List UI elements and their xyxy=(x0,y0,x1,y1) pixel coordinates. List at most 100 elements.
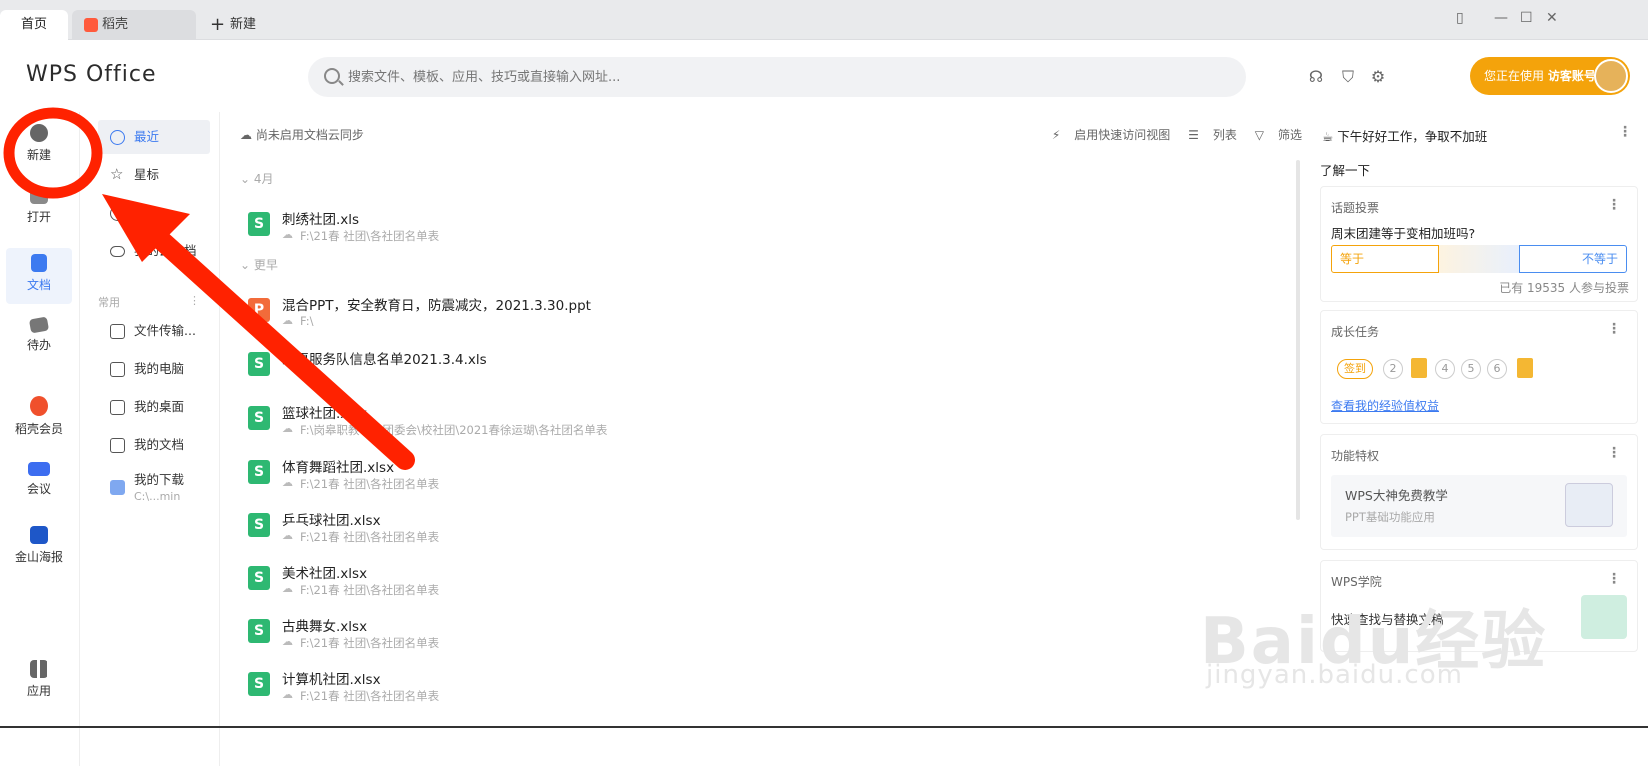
nav-label: 新建 xyxy=(26,148,51,162)
tutorial-illustration xyxy=(1565,483,1613,527)
maximize-icon[interactable]: ☐ xyxy=(1520,10,1533,26)
nav-label: 打开 xyxy=(26,210,51,224)
nav-apps[interactable]: 应用 xyxy=(6,654,72,710)
quick-access-button[interactable]: ⚡ 启用快速访问视图 xyxy=(1052,128,1170,142)
more-icon[interactable]: ⋮ xyxy=(1607,571,1621,587)
headset-icon[interactable]: ☊ xyxy=(1306,67,1326,87)
spreadsheet-icon: S xyxy=(248,513,270,537)
spreadsheet-icon: S xyxy=(248,406,270,430)
video-thumb-icon[interactable] xyxy=(1581,595,1627,639)
subnav-cloud-docs[interactable]: 我的云文档 xyxy=(98,234,210,268)
file-row[interactable]: S 古典舞女.xlsx ☁ F:\21春 社团\各社团名单表 xyxy=(248,611,1288,661)
understand-label: 了解一下 xyxy=(1320,163,1371,178)
subnav-my-downloads[interactable]: 我的下载 C:\...min xyxy=(98,468,210,508)
nav-daoke-member[interactable]: 稻壳会员 xyxy=(6,390,72,446)
star-icon: ☆ xyxy=(110,165,124,183)
tab-new-label: 新建 xyxy=(230,17,257,32)
file-name: 美术社团.xlsx xyxy=(282,566,368,582)
skin-icon[interactable]: ⛉ xyxy=(1338,67,1358,87)
close-icon[interactable]: ✕ xyxy=(1546,10,1558,26)
nav-label: 应用 xyxy=(26,684,51,698)
header: WPS Office ☊ ⛉ ⚙ 您正在使用 访客账号 xyxy=(0,40,1648,112)
plus-icon: + xyxy=(210,14,226,35)
file-row[interactable]: S 美术社团.xlsx ☁ F:\21春 社团\各社团名单表 xyxy=(248,558,1288,608)
subnav-my-computer[interactable]: 我的电脑 xyxy=(98,352,210,386)
share-icon xyxy=(110,206,125,221)
file-row[interactable]: S 计算机社团.xlsx ☁ F:\21春 社团\各社团名单表 xyxy=(248,664,1288,714)
file-row[interactable]: S 乒乓球社团.xlsx ☁ F:\21春 社团\各社团名单表 xyxy=(248,505,1288,555)
transfer-icon xyxy=(110,324,125,339)
account-button[interactable]: 您正在使用 访客账号 xyxy=(1470,57,1630,95)
cloud-sync-status[interactable]: ☁ 尚未启用文档云同步 xyxy=(240,126,364,143)
more-icon[interactable]: ⋮ xyxy=(189,294,200,307)
tab-daoke[interactable]: 稻壳 xyxy=(72,10,196,40)
experience-link[interactable]: 查看我的经验值权益 xyxy=(1331,397,1439,414)
apps-icon xyxy=(30,660,48,678)
spreadsheet-icon: S xyxy=(248,352,270,376)
nav-todo[interactable]: 待办 xyxy=(6,312,72,368)
file-row[interactable]: P 混合PPT，安全教育日，防震减灾，2021.3.30.ppt ☁ F:\ xyxy=(248,290,1288,340)
subnav-recent[interactable]: 最近 xyxy=(98,120,210,154)
vote-count: 已有 19535 人参与投票 xyxy=(1499,281,1629,295)
scrollbar[interactable] xyxy=(1296,160,1300,520)
nav-open[interactable]: 打开 xyxy=(6,182,72,238)
file-path: F:\21春 社团\各社团名单表 xyxy=(300,636,440,650)
more-icon[interactable]: ⋮ xyxy=(1607,197,1621,213)
subnav-my-desktop[interactable]: 我的桌面 xyxy=(98,390,210,424)
file-name: 混合PPT，安全教育日，防震减灾，2021.3.30.ppt xyxy=(282,298,591,314)
subnav-label: 我的电脑 xyxy=(134,361,185,376)
subnav-label: 星标 xyxy=(134,167,160,182)
feature-subtitle: PPT基础功能应用 xyxy=(1345,510,1435,524)
subnav-label: 共享 xyxy=(134,205,160,220)
nav-meeting[interactable]: 会议 xyxy=(6,456,72,512)
file-name: 志愿服务队信息名单2021.3.4.xls xyxy=(282,352,487,368)
file-list-area: ☁ 尚未启用文档云同步 ⚡ 启用快速访问视图 ☰ 列表 ▽ 筛选 ⌄ 4月 S 刺绣社… xyxy=(232,112,1312,766)
vote-yes-button[interactable]: 等于 xyxy=(1331,245,1439,273)
signin-button[interactable]: 签到 xyxy=(1337,359,1373,379)
more-icon[interactable]: ⋮ xyxy=(1607,445,1621,461)
file-path: F:\ xyxy=(300,314,314,328)
more-icon[interactable]: ⋮ xyxy=(1607,321,1621,337)
tab-new-button[interactable]: + 新建 xyxy=(208,10,288,40)
nav-label: 稻壳会员 xyxy=(14,422,63,436)
cloud-icon: ☁ xyxy=(282,476,293,489)
step-badge: 6 xyxy=(1487,359,1507,379)
folder-open-icon xyxy=(30,188,48,204)
video-icon xyxy=(28,462,50,476)
poster-icon xyxy=(30,526,48,544)
growth-card: 成长任务 ⋮ 签到 2 4 5 6 查看我的经验值权益 xyxy=(1320,310,1638,424)
tab-home[interactable]: 首页 xyxy=(0,10,68,40)
nav-poster[interactable]: 金山海报 xyxy=(6,520,72,576)
minimize-icon[interactable]: — xyxy=(1494,10,1508,26)
subnav-transfer[interactable]: 文件传输... xyxy=(98,314,210,348)
search-input[interactable] xyxy=(348,57,1228,97)
subnav-shared[interactable]: 共享 xyxy=(98,196,210,230)
step-badge: 5 xyxy=(1461,359,1481,379)
file-name: 篮球社团.xlsx xyxy=(282,406,368,422)
group-earlier[interactable]: ⌄ 更早 xyxy=(240,256,278,273)
filter-button[interactable]: ▽ 筛选 xyxy=(1255,128,1302,142)
search-bar[interactable] xyxy=(308,57,1246,97)
feature-item[interactable]: WPS大神免费教学 PPT基础功能应用 xyxy=(1331,475,1627,537)
more-icon[interactable]: ⋮ xyxy=(1618,124,1632,140)
list-view-button[interactable]: ☰ 列表 xyxy=(1188,128,1237,142)
file-row[interactable]: S 体育舞蹈社团.xlsx ☁ F:\21春 社团\各社团名单表 xyxy=(248,452,1288,502)
subnav-label: 我的桌面 xyxy=(134,399,185,414)
cloud-icon: ☁ xyxy=(282,228,293,241)
subnav-starred[interactable]: ☆ 星标 xyxy=(98,158,210,192)
file-row[interactable]: S 篮球社团.xlsx ☁ F:\岗皋职教中心团委会\校社团\2021春徐运瑚\… xyxy=(248,398,1288,448)
file-row[interactable]: S 志愿服务队信息名单2021.3.4.xls xyxy=(248,344,1288,394)
step-badge: 2 xyxy=(1383,359,1403,379)
watermark-url: jingyan.baidu.com xyxy=(1206,660,1463,690)
group-april[interactable]: ⌄ 4月 xyxy=(240,170,274,187)
file-name: 体育舞蹈社团.xlsx xyxy=(282,460,395,476)
avatar[interactable] xyxy=(1594,59,1628,93)
nav-docs[interactable]: 文档 xyxy=(6,248,72,304)
file-row[interactable]: S 刺绣社团.xls ☁ F:\21春 社团\各社团名单表 xyxy=(248,204,1288,254)
subnav-my-documents[interactable]: 我的文档 xyxy=(98,428,210,462)
gear-icon[interactable]: ⚙ xyxy=(1368,67,1388,87)
vote-no-button[interactable]: 不等于 xyxy=(1519,245,1627,273)
nav-new[interactable]: 新建 xyxy=(6,118,72,174)
layout-icon[interactable]: ▯ xyxy=(1456,10,1464,26)
check-icon xyxy=(28,316,50,334)
